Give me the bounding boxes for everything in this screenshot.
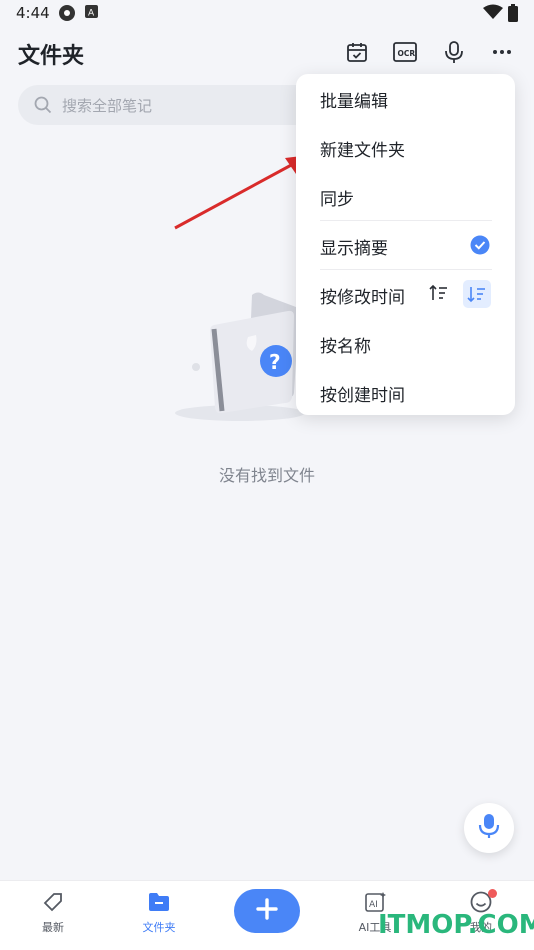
plus-icon	[256, 898, 278, 924]
status-time: 4:44	[16, 4, 50, 22]
search-placeholder: 搜索全部笔记	[62, 97, 153, 115]
app-icon	[58, 4, 76, 26]
menu-item-label: 按创建时间	[320, 386, 405, 406]
mic-icon	[478, 813, 500, 843]
menu-item-label: 按修改时间	[320, 288, 405, 308]
nav-label: 最新	[42, 921, 64, 934]
status-bar: 4:44 A	[0, 0, 534, 28]
check-circle-icon	[470, 235, 490, 259]
watermark: ITMOP.COM	[378, 910, 534, 940]
empty-state-message: 没有找到文件	[218, 466, 315, 485]
menu-item-new-folder[interactable]: 新建文件夹	[296, 123, 515, 172]
menu-item-label: 新建文件夹	[320, 141, 405, 161]
menu-item-sort-name[interactable]: 按名称	[296, 319, 515, 368]
keyboard-a-icon: A	[85, 4, 99, 24]
mic-icon[interactable]	[440, 38, 468, 66]
menu-item-sort-modified[interactable]: 按修改时间	[296, 270, 515, 319]
wifi-icon	[483, 4, 503, 24]
menu-item-batch-edit[interactable]: 批量编辑	[296, 74, 515, 123]
add-note-button[interactable]	[234, 889, 300, 933]
sort-ascending-icon[interactable]	[428, 282, 450, 304]
menu-item-label: 同步	[320, 190, 354, 210]
folder-icon	[124, 887, 194, 917]
top-app-bar: 文件夹 OCR	[0, 28, 534, 78]
menu-item-show-summary[interactable]: 显示摘要	[296, 221, 515, 270]
calendar-check-icon[interactable]	[343, 38, 371, 66]
tag-icon	[18, 887, 88, 917]
ocr-icon[interactable]: OCR	[391, 38, 419, 66]
svg-text:AI: AI	[369, 900, 378, 910]
nav-item-latest[interactable]: 最新	[18, 887, 88, 943]
search-input[interactable]: 搜索全部笔记	[18, 85, 318, 125]
voice-note-button[interactable]	[464, 803, 514, 853]
menu-item-label: 按名称	[320, 337, 371, 357]
page-title: 文件夹	[18, 44, 85, 69]
menu-item-sync[interactable]: 同步	[296, 172, 515, 221]
more-icon[interactable]	[488, 38, 516, 66]
overflow-menu: 批量编辑 新建文件夹 同步 显示摘要 按修改时间 按名称 按创建时间	[296, 74, 515, 415]
search-icon	[34, 96, 52, 118]
notification-badge	[488, 889, 497, 898]
menu-item-label: 批量编辑	[320, 92, 388, 112]
svg-text:A: A	[88, 9, 95, 19]
nav-item-folders[interactable]: 文件夹	[124, 887, 194, 943]
sort-descending-icon[interactable]	[463, 280, 491, 308]
ocr-label: OCR	[398, 49, 416, 58]
nav-label: 文件夹	[142, 921, 176, 934]
svg-text:?: ?	[269, 350, 281, 374]
menu-item-label: 显示摘要	[320, 239, 388, 259]
menu-item-sort-created[interactable]: 按创建时间	[296, 368, 515, 417]
empty-folder-illustration: ?	[160, 285, 310, 425]
battery-icon	[508, 4, 518, 26]
